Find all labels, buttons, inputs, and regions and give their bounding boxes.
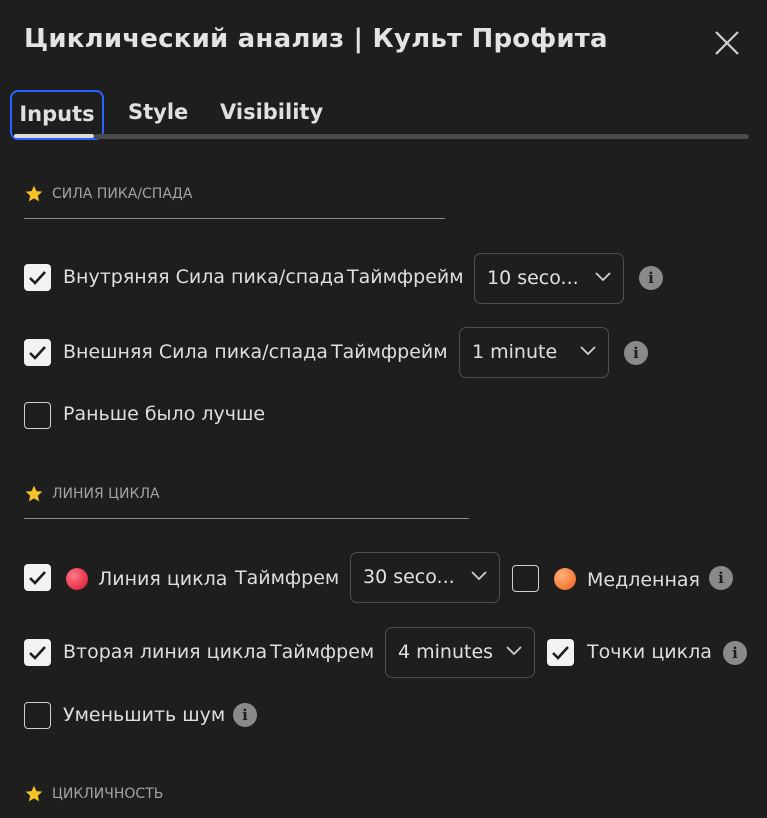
section-cyclicity-header: ЦИКЛИЧНОСТЬ [24,784,469,818]
star-icon [25,785,43,802]
tab-style[interactable]: Style [128,90,188,138]
inner-timeframe-value: 10 seco... [487,267,579,289]
info-icon[interactable]: i [639,266,663,290]
cycle-points-checkbox[interactable] [547,639,574,666]
checkmark-icon [29,271,46,285]
star-icon [25,485,43,502]
slow-label: Медленная [587,569,700,591]
inner-strength-label: Внутряняя Сила пика/спада [63,266,345,288]
section-peak-title: СИЛА ПИКА/СПАДА [52,186,193,202]
close-icon [715,31,739,55]
second-cycle-timeframe-label: Таймфрем [270,641,375,663]
second-cycle-timeframe-value: 4 minutes [398,641,494,663]
second-cycle-timeframe-select[interactable]: 4 minutes [385,627,535,678]
tab-rail [94,134,749,139]
checkmark-icon [552,646,569,660]
cycle-line-color-swatch[interactable] [66,568,88,590]
chevron-down-icon [506,646,522,656]
reduce-noise-label: Уменьшить шум [63,704,226,726]
cycle-line-timeframe-value: 30 seco... [363,566,455,588]
dialog: Циклический анализ | Культ Профита Input… [0,0,767,809]
reduce-noise-checkbox[interactable] [24,702,51,729]
close-button[interactable] [712,28,742,58]
cycle-line-timeframe-label: Таймфрем [235,567,340,589]
checkmark-icon [29,346,46,360]
outer-strength-label: Внешняя Сила пика/спада [63,341,328,363]
tab-inputs[interactable]: Inputs [10,90,104,140]
earlier-better-label: Раньше было лучше [63,403,266,425]
inner-strength-checkbox[interactable] [24,264,51,291]
checkmark-icon [29,646,46,660]
outer-strength-checkbox[interactable] [24,339,51,366]
section-cycle-title: ЛИНИЯ ЦИКЛА [52,486,160,502]
info-icon[interactable]: i [723,641,747,665]
chevron-down-icon [471,571,487,581]
section-cyclicity-title: ЦИКЛИЧНОСТЬ [52,786,164,802]
star-icon [25,185,43,202]
second-cycle-line-label: Вторая линия цикла [63,641,268,663]
section-peak-header: СИЛА ПИКА/СПАДА [24,184,445,219]
chevron-down-icon [595,272,611,282]
slow-checkbox[interactable] [512,565,539,592]
outer-timeframe-select[interactable]: 1 minute [459,327,609,378]
cycle-line-label: Линия цикла [98,568,228,590]
tab-visibility[interactable]: Visibility [220,90,323,138]
earlier-better-checkbox[interactable] [24,402,51,429]
second-cycle-line-checkbox[interactable] [24,639,51,666]
info-icon[interactable]: i [624,341,648,365]
chevron-down-icon [580,346,596,356]
active-tab-indicator [14,134,94,138]
outer-timeframe-label: Таймфрейм [331,341,448,363]
inner-timeframe-select[interactable]: 10 seco... [474,253,624,304]
info-icon[interactable]: i [709,566,733,590]
slow-color-swatch[interactable] [554,568,576,590]
cycle-line-checkbox[interactable] [24,564,51,591]
outer-timeframe-value: 1 minute [472,341,558,363]
inner-timeframe-label: Таймфрейм [347,266,464,288]
info-icon[interactable]: i [233,703,257,727]
dialog-title: Циклический анализ | Культ Профита [24,24,608,54]
cycle-points-label: Точки цикла [587,641,712,663]
cycle-line-timeframe-select[interactable]: 30 seco... [350,552,500,603]
section-cycle-header: ЛИНИЯ ЦИКЛА [24,484,469,519]
checkmark-icon [29,571,46,585]
